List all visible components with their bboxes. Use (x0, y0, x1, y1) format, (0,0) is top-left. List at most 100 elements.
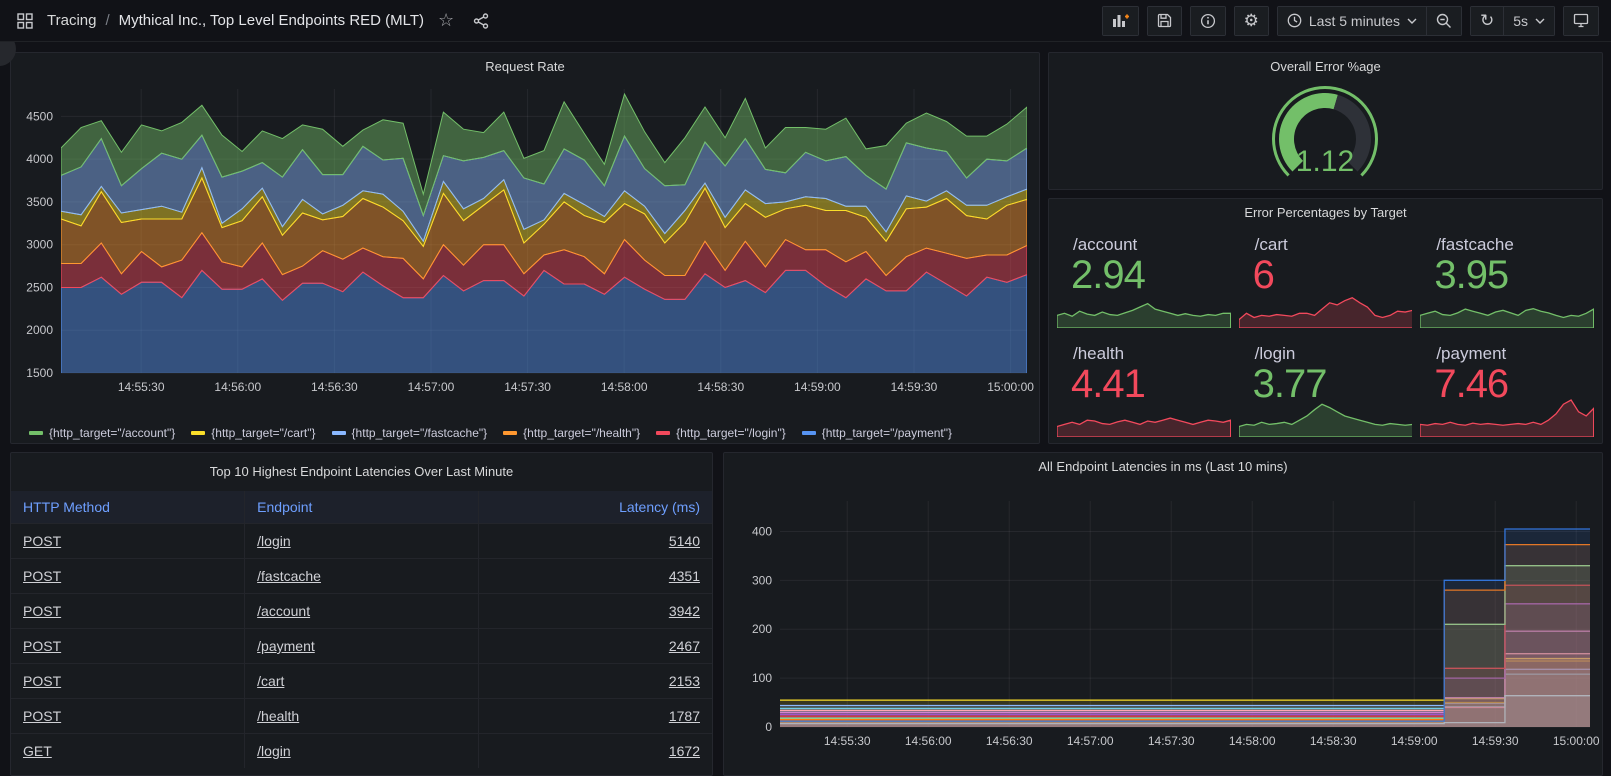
overall-error-gauge: 1.12 (1049, 81, 1602, 187)
stat-label: /login (1255, 344, 1296, 364)
y-axis-labels: 1500200025003000350040004500 (26, 109, 53, 380)
svg-text:2000: 2000 (26, 323, 53, 337)
add-panel-button[interactable] (1102, 6, 1139, 36)
legend-item[interactable]: {http_target="/login"} (656, 426, 786, 440)
legend-item[interactable]: {http_target="/account"} (29, 426, 175, 440)
svg-text:14:55:30: 14:55:30 (118, 380, 165, 394)
svg-text:14:58:00: 14:58:00 (601, 380, 648, 394)
dashboards-grid-icon[interactable] (12, 8, 38, 34)
table-cell-link[interactable]: 2467 (669, 638, 700, 654)
stat-label: /health (1073, 344, 1124, 364)
svg-text:14:59:30: 14:59:30 (1472, 734, 1519, 748)
stat-sparkline (1239, 395, 1413, 437)
table-cell: /payment (245, 629, 479, 664)
column-header[interactable]: Latency (ms) (478, 491, 712, 524)
legend-item[interactable]: {http_target="/payment"} (802, 426, 952, 440)
zoom-out-time-button[interactable] (1427, 6, 1462, 36)
table-cell: 2153 (478, 664, 712, 699)
table-cell-link[interactable]: 3942 (669, 603, 700, 619)
panel-title-overall-error[interactable]: Overall Error %age (1049, 53, 1602, 81)
share-icon[interactable] (468, 8, 494, 34)
table-cell-link[interactable]: /fastcache (257, 568, 321, 584)
stat-cell-fastcache: /fastcache3.95 (1420, 227, 1594, 328)
panel-title-latency-table[interactable]: Top 10 Highest Endpoint Latencies Over L… (11, 453, 712, 491)
svg-text:4000: 4000 (26, 152, 53, 166)
breadcrumb-section[interactable]: Tracing (47, 12, 96, 29)
legend-label: {http_target="/login"} (676, 426, 786, 440)
legend-label: {http_target="/health"} (523, 426, 640, 440)
refresh-interval-picker[interactable]: 5s (1504, 6, 1555, 36)
table-cell-link[interactable]: 5140 (669, 533, 700, 549)
panel-title-all-latencies[interactable]: All Endpoint Latencies in ms (Last 10 mi… (724, 453, 1602, 481)
table-cell-link[interactable]: POST (23, 603, 61, 619)
table-row: GET/login 1672 (11, 734, 712, 769)
stat-cell-cart: /cart6 (1239, 227, 1413, 328)
table-cell-link[interactable]: 1787 (669, 708, 700, 724)
stat-label: /account (1073, 235, 1137, 255)
table-cell-link[interactable]: /account (257, 603, 310, 619)
legend-color-mark (191, 431, 205, 435)
error-percentages-grid: /account2.94/cart6/fastcache3.95/health4… (1049, 227, 1602, 437)
table-cell-link[interactable]: POST (23, 638, 61, 654)
table-cell-link[interactable]: /login (257, 743, 290, 759)
stat-label: /fastcache (1436, 235, 1514, 255)
table-cell-link[interactable]: POST (23, 568, 61, 584)
legend-item[interactable]: {http_target="/cart"} (191, 426, 315, 440)
table-row: POST/payment 2467 (11, 629, 712, 664)
svg-text:15:00:00: 15:00:00 (1553, 734, 1600, 748)
save-dashboard-button[interactable] (1147, 6, 1182, 36)
table-cell-link[interactable]: /payment (257, 638, 315, 654)
svg-text:4500: 4500 (26, 109, 53, 123)
table-cell-link[interactable]: 4351 (669, 568, 700, 584)
table-cell-link[interactable]: POST (23, 708, 61, 724)
svg-text:14:57:30: 14:57:30 (1148, 734, 1195, 748)
table-cell-link[interactable]: 1672 (669, 743, 700, 759)
table-cell-link[interactable]: /cart (257, 673, 284, 689)
table-cell-link[interactable]: 2153 (669, 673, 700, 689)
breadcrumb-separator: / (105, 12, 109, 29)
panel-overall-error: Overall Error %age 1.12 (1048, 52, 1603, 190)
time-range-picker[interactable]: Last 5 minutes (1277, 6, 1427, 36)
chevron-down-icon (1535, 18, 1545, 24)
kiosk-mode-button[interactable] (1563, 6, 1599, 36)
table-cell-link[interactable]: GET (23, 743, 52, 759)
column-header[interactable]: HTTP Method (11, 491, 245, 524)
stat-cell-login: /login3.77 (1239, 336, 1413, 437)
table-cell: POST (11, 629, 245, 664)
table-cell-link[interactable]: POST (23, 533, 61, 549)
stat-cell-payment: /payment7.46 (1420, 336, 1594, 437)
legend-item[interactable]: {http_target="/health"} (503, 426, 640, 440)
panel-title-request-rate[interactable]: Request Rate (11, 53, 1039, 81)
svg-text:1500: 1500 (26, 366, 53, 380)
refresh-button[interactable]: ↻ (1470, 6, 1504, 36)
all-latencies-chart[interactable]: 010020030040014:55:3014:56:0014:56:3014:… (724, 481, 1602, 773)
table-row: POST/login 5140 (11, 524, 712, 559)
table-cell: POST (11, 664, 245, 699)
table-cell: /health (245, 699, 479, 734)
legend-item[interactable]: {http_target="/fastcache"} (332, 426, 488, 440)
table-cell: 5140 (478, 524, 712, 559)
request-rate-chart[interactable]: 150020002500300035004000450014:55:3014:5… (11, 81, 1039, 415)
stat-cell-account: /account2.94 (1057, 227, 1231, 328)
dashboard-insights-button[interactable] (1190, 6, 1226, 36)
table-cell: 4351 (478, 559, 712, 594)
topbar: Tracing / Mythical Inc., Top Level Endpo… (0, 0, 1611, 42)
column-header[interactable]: Endpoint (245, 491, 479, 524)
table-cell: /cart (245, 664, 479, 699)
legend-color-mark (656, 431, 670, 435)
table-cell: 3942 (478, 594, 712, 629)
table-cell-link[interactable]: /login (257, 533, 290, 549)
table-cell: /login (245, 734, 479, 769)
svg-text:300: 300 (752, 573, 772, 587)
panel-title-error-percentages[interactable]: Error Percentages by Target (1049, 199, 1602, 227)
stat-sparkline (1420, 286, 1594, 328)
legend-label: {http_target="/payment"} (822, 426, 952, 440)
svg-text:15:00:00: 15:00:00 (987, 380, 1034, 394)
svg-text:14:56:00: 14:56:00 (905, 734, 952, 748)
table-cell-link[interactable]: POST (23, 673, 61, 689)
dashboard-settings-button[interactable]: ⚙ (1234, 6, 1269, 36)
legend-color-mark (332, 431, 346, 435)
table-cell-link[interactable]: /health (257, 708, 299, 724)
breadcrumb-dashboard-title: Mythical Inc., Top Level Endpoints RED (… (119, 12, 424, 29)
favorite-star-icon[interactable]: ☆ (433, 8, 459, 34)
